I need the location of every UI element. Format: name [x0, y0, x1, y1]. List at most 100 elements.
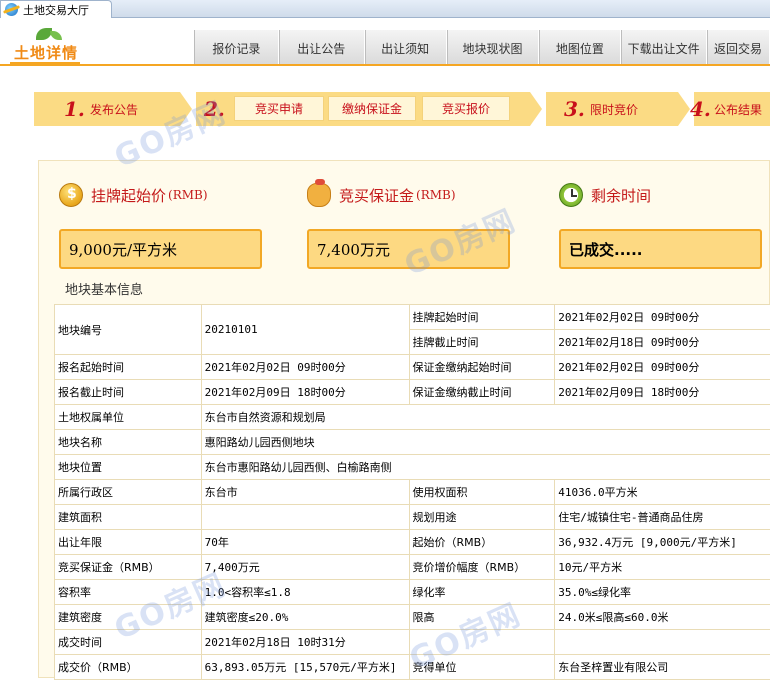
deposit-end-label: 保证金缴纳截止时间 [409, 380, 555, 405]
coin-icon [59, 183, 83, 207]
density-value: 建筑密度≤20.0% [201, 605, 409, 630]
nav-return-trading[interactable]: 返回交易 [707, 30, 770, 66]
start-price-row-value: 36,932.4万元 [9,000元/平方米] [555, 530, 770, 555]
nav-download-files[interactable]: 下载出让文件 [621, 30, 707, 66]
location-value: 东台市惠阳路幼儿园西侧、白榆路南侧 [201, 455, 770, 480]
height-label: 限高 [409, 605, 555, 630]
deposit-value: 7,400万元 [307, 229, 510, 269]
header-divider [0, 64, 770, 66]
deal-time-value: 2021年02月18日 10时31分 [201, 630, 409, 655]
remaining-time-box: 剩余时间 已成交..... [539, 171, 769, 271]
browser-tab[interactable]: 土地交易大厅 [0, 0, 112, 18]
use-area-value: 41036.0平方米 [555, 480, 770, 505]
deposit-end-value: 2021年02月09日 18时00分 [555, 380, 770, 405]
table-row: 建筑密度 建筑密度≤20.0% 限高 24.0米≤限高≤60.0米 [55, 605, 770, 630]
step-3-label: 限时竞价 [590, 101, 638, 118]
alarm-clock-icon [559, 183, 583, 207]
table-row: 报名起始时间 2021年02月02日 09时00分 保证金缴纳起始时间 2021… [55, 355, 770, 380]
browser-globe-icon [5, 3, 18, 16]
plan-use-label: 规划用途 [409, 505, 555, 530]
reg-end-label: 报名截止时间 [55, 380, 202, 405]
start-price-box: 挂牌起始价 (RMB) 9,000元/平方米 [39, 171, 269, 271]
green-value: 35.0%≤绿化率 [555, 580, 770, 605]
step-4-label: 公布结果 [714, 101, 762, 118]
table-row: 成交时间 2021年02月18日 10时31分 [55, 630, 770, 655]
browser-tabstrip: 土地交易大厅 [0, 0, 770, 18]
district-label: 所属行政区 [55, 480, 202, 505]
rmb-suffix: (RMB) [168, 188, 208, 202]
location-label: 地块位置 [55, 455, 202, 480]
table-row: 土地权属单位 东台市自然资源和规划局 [55, 405, 770, 430]
bid-quote-button[interactable]: 竞买报价 [422, 96, 510, 121]
term-value: 70年 [201, 530, 409, 555]
start-price-value: 9,000元/平方米 [59, 229, 262, 269]
reg-start-value: 2021年02月02日 09时00分 [201, 355, 409, 380]
browser-tab-title: 土地交易大厅 [23, 2, 89, 18]
increment-value: 10元/平方米 [555, 555, 770, 580]
listing-end-value: 2021年02月18日 09时00分 [555, 330, 770, 355]
deposit-box: 竞买保证金 (RMB) 7,400万元 [287, 171, 517, 271]
empty-cell [409, 630, 555, 655]
deposit-title: 竞买保证金 (RMB) [307, 183, 456, 207]
reg-start-label: 报名起始时间 [55, 355, 202, 380]
pay-deposit-button[interactable]: 缴纳保证金 [328, 96, 416, 121]
deposit-row-value: 7,400万元 [201, 555, 409, 580]
deposit-start-value: 2021年02月02日 09时00分 [555, 355, 770, 380]
detail-panel: 挂牌起始价 (RMB) 9,000元/平方米 竞买保证金 (RMB) 7,400… [38, 160, 770, 678]
step-2-number: 2. [204, 97, 225, 121]
remaining-time-value: 已成交..... [559, 229, 762, 269]
table-row: 地块编号 20210101 挂牌起始时间 2021年02月02日 09时00分 [55, 305, 770, 330]
step-arrow-fill [678, 92, 690, 126]
remaining-time-title: 剩余时间 [559, 183, 651, 207]
deal-price-label: 成交价（RMB） [55, 655, 202, 680]
table-row: 容积率 1.0<容积率≤1.8 绿化率 35.0%≤绿化率 [55, 580, 770, 605]
height-value: 24.0米≤限高≤60.0米 [555, 605, 770, 630]
listing-end-label: 挂牌截止时间 [409, 330, 555, 355]
nav-announcement[interactable]: 出让公告 [279, 30, 365, 66]
owner-label: 土地权属单位 [55, 405, 202, 430]
step-1-number: 1. [64, 97, 85, 121]
build-area-label: 建筑面积 [55, 505, 202, 530]
nav-site-status[interactable]: 地块现状图 [447, 30, 540, 66]
far-value: 1.0<容积率≤1.8 [201, 580, 409, 605]
page-header: 土地详情 报价记录 出让公告 出让须知 地块现状图 地图位置 下载出让文件 返回… [0, 18, 770, 66]
nav-bid-records[interactable]: 报价记录 [195, 30, 279, 66]
table-row: 建筑面积 规划用途 住宅/城镇住宅-普通商品住房 [55, 505, 770, 530]
step-4-number: 4. [690, 97, 711, 121]
deposit-row-label: 竞买保证金（RMB） [55, 555, 202, 580]
density-label: 建筑密度 [55, 605, 202, 630]
far-label: 容积率 [55, 580, 202, 605]
parcel-no-label: 地块编号 [55, 305, 202, 355]
plan-use-value: 住宅/城镇住宅-普通商品住房 [555, 505, 770, 530]
table-row: 竞买保证金（RMB） 7,400万元 竞价增价幅度（RMB） 10元/平方米 [55, 555, 770, 580]
empty-cell [555, 630, 770, 655]
progress-steps: 1. 发布公告 2. 竞买申请 缴纳保证金 竞买报价 3. 限时竞价 4. 公布… [34, 92, 770, 126]
step-1-label: 发布公告 [90, 101, 138, 118]
district-value: 东台市 [201, 480, 409, 505]
reg-end-value: 2021年02月09日 18时00分 [201, 380, 409, 405]
start-price-title: 挂牌起始价 (RMB) [59, 183, 208, 207]
listing-start-value: 2021年02月02日 09时00分 [555, 305, 770, 330]
listing-start-label: 挂牌起始时间 [409, 305, 555, 330]
step-3-number: 3. [564, 97, 585, 121]
rmb-suffix: (RMB) [416, 188, 456, 202]
remaining-time-label: 剩余时间 [591, 185, 651, 206]
table-row: 所属行政区 东台市 使用权面积 41036.0平方米 [55, 480, 770, 505]
term-label: 出让年限 [55, 530, 202, 555]
table-row: 地块名称 惠阳路幼儿园西侧地块 [55, 430, 770, 455]
parcel-name-value: 惠阳路幼儿园西侧地块 [201, 430, 770, 455]
winner-label: 竞得单位 [409, 655, 555, 680]
apply-button[interactable]: 竞买申请 [234, 96, 324, 121]
deal-price-value: 63,893.05万元 [15,570元/平方米] [201, 655, 409, 680]
use-area-label: 使用权面积 [409, 480, 555, 505]
nav-notice[interactable]: 出让须知 [365, 30, 447, 66]
owner-value: 东台市自然资源和规划局 [201, 405, 770, 430]
top-nav: 报价记录 出让公告 出让须知 地块现状图 地图位置 下载出让文件 返回交易 [194, 30, 770, 66]
winner-value: 东台圣梓置业有限公司 [555, 655, 770, 680]
table-row: 地块位置 东台市惠阳路幼儿园西侧、白榆路南侧 [55, 455, 770, 480]
deposit-start-label: 保证金缴纳起始时间 [409, 355, 555, 380]
table-row: 成交价（RMB） 63,893.05万元 [15,570元/平方米] 竞得单位 … [55, 655, 770, 680]
nav-map-location[interactable]: 地图位置 [539, 30, 621, 66]
site-logo[interactable]: 土地详情 [10, 28, 90, 62]
section-title: 地块基本信息 [65, 279, 143, 298]
